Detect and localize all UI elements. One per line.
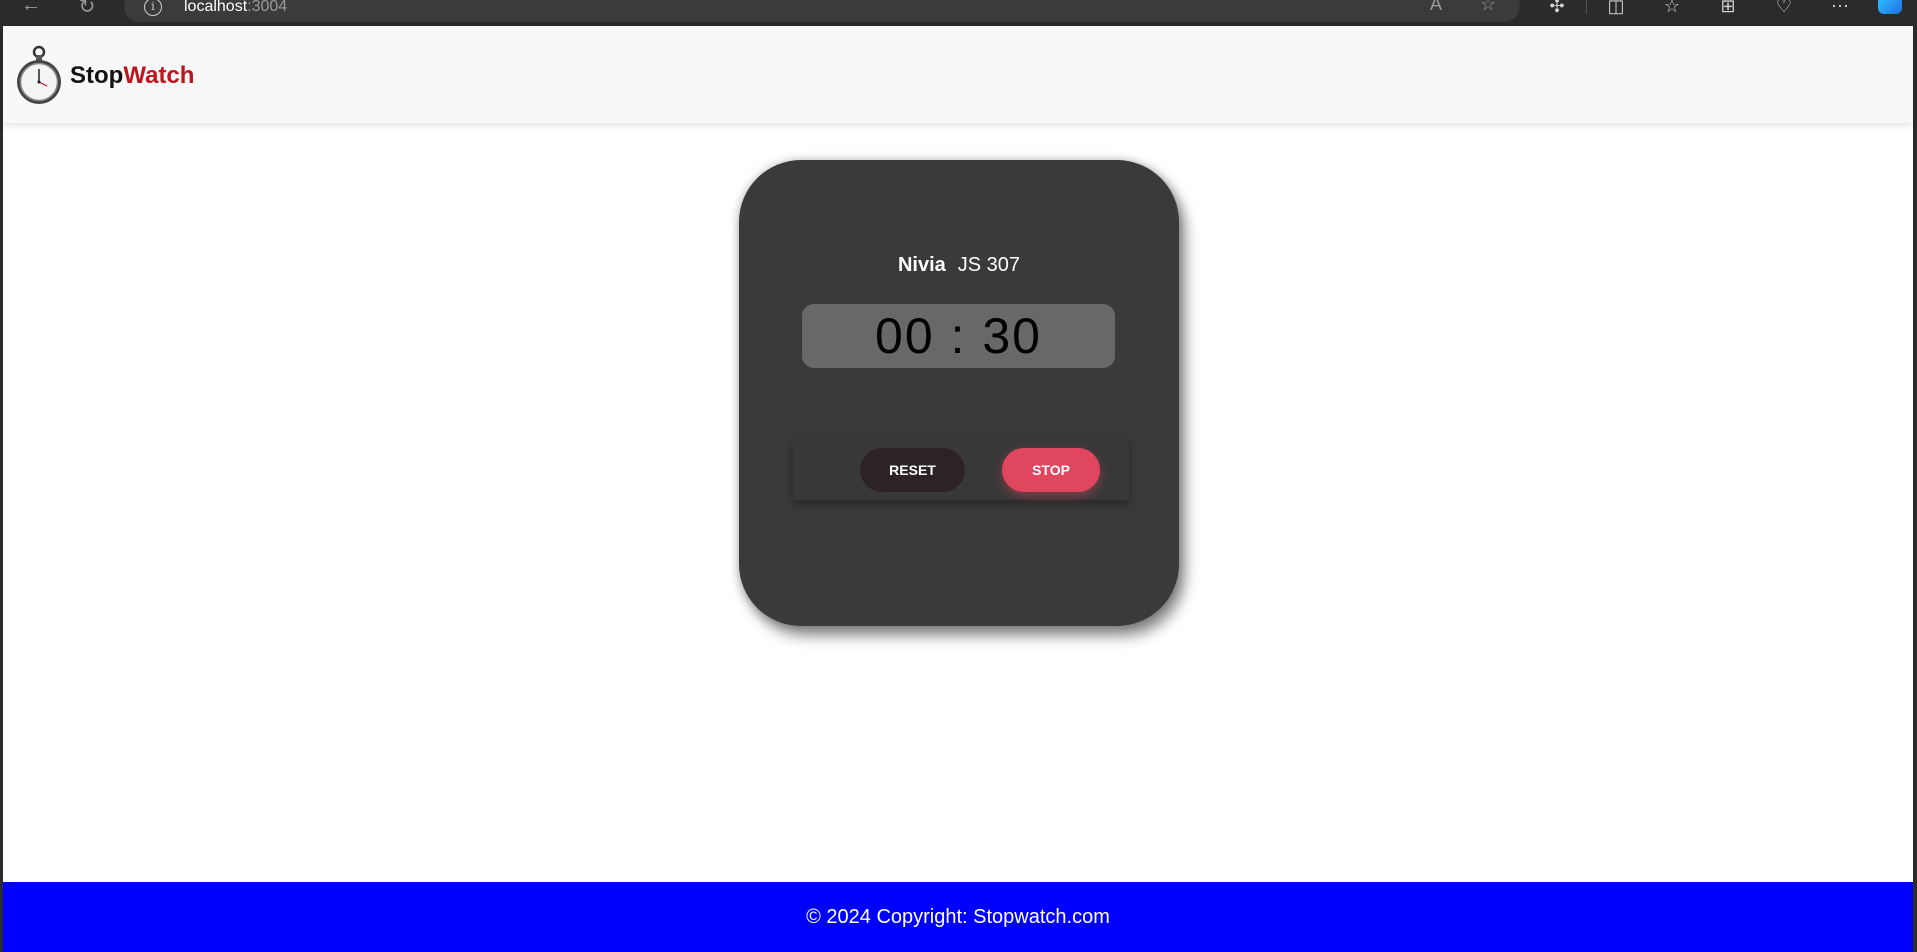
watch-brand: Nivia [897, 254, 946, 276]
refresh-icon[interactable]: ↻ [74, 0, 100, 18]
watch-title: Nivia JS 307 [739, 254, 1179, 277]
browser-toolbar: ← ↻ i localhost:3004 A ☆ ✣ ◫ ☆ ⊞ ♡ ⋯ [0, 0, 1917, 26]
stop-button[interactable]: STOP [1002, 448, 1100, 492]
favorite-star-icon[interactable]: ☆ [1480, 0, 1496, 15]
split-screen-icon[interactable]: ◫ [1603, 0, 1629, 17]
navbar: StopWatch [3, 26, 1913, 123]
url-text[interactable]: localhost:3004 [184, 0, 287, 16]
time-display: 00 : 30 [802, 304, 1115, 368]
url-host: localhost [184, 0, 248, 15]
watch-model: JS 307 [957, 254, 1021, 276]
read-aloud-icon[interactable]: A [1430, 0, 1442, 15]
copilot-icon[interactable] [1878, 0, 1902, 14]
more-icon[interactable]: ⋯ [1827, 0, 1853, 17]
page-viewport: StopWatch Nivia JS 307 00 : 30 RESET STOP… [3, 26, 1913, 952]
stopwatch-card: Nivia JS 307 00 : 30 RESET STOP [739, 160, 1179, 626]
back-arrow-icon[interactable]: ← [18, 0, 44, 18]
footer: © 2024 Copyright: Stopwatch.com [3, 882, 1913, 952]
browser-essentials-icon[interactable]: ♡ [1771, 0, 1797, 17]
control-panel: RESET STOP [793, 438, 1129, 500]
url-port: :3004 [247, 0, 288, 15]
info-icon[interactable]: i [144, 0, 162, 16]
brand-part-watch: Watch [123, 62, 195, 89]
stopwatch-logo-icon[interactable] [15, 44, 63, 106]
collections-icon[interactable]: ⊞ [1715, 0, 1741, 17]
brand-part-stop: Stop [70, 62, 124, 89]
address-bar[interactable]: i localhost:3004 A ☆ [124, 0, 1520, 22]
brand-title[interactable]: StopWatch [70, 62, 194, 90]
extensions-icon[interactable]: ✣ [1544, 0, 1570, 17]
reset-button[interactable]: RESET [860, 448, 965, 492]
favorites-icon[interactable]: ☆ [1659, 0, 1685, 17]
toolbar-separator [1586, 0, 1587, 14]
